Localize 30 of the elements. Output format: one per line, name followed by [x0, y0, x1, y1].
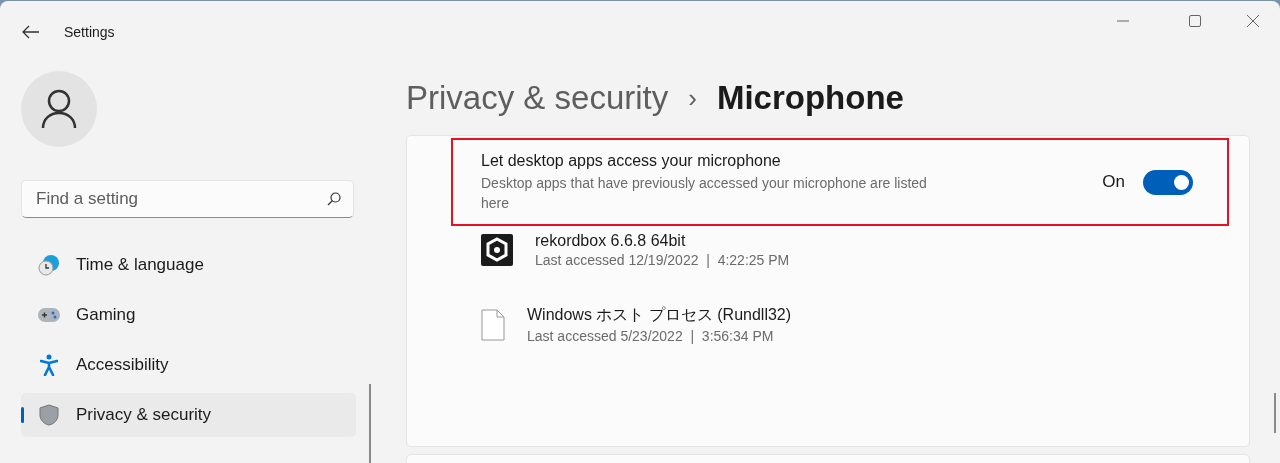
- toggle-state: On: [1102, 172, 1125, 192]
- last-accessed: Last accessed 5/23/2022 | 3:56:34 PM: [527, 328, 775, 344]
- accessibility-icon: [39, 354, 58, 376]
- app-name: rekordbox 6.6.8 64bit: [535, 231, 687, 250]
- setting-title: Let desktop apps access your microphone: [481, 151, 782, 170]
- back-arrow-icon: [22, 25, 40, 39]
- nav-item[interactable]: Time & language: [21, 243, 356, 287]
- last-accessed: Last accessed 12/19/2022 | 4:22:25 PM: [535, 251, 790, 268]
- globe-clock-icon: [37, 254, 60, 276]
- search-input[interactable]: Find a setting: [36, 181, 327, 217]
- search-field[interactable]: Find a setting: [21, 180, 354, 218]
- page-title: Microphone: [716, 79, 904, 117]
- close-icon: [1247, 15, 1259, 27]
- window-title: Settings: [64, 24, 115, 40]
- search-icon: [327, 192, 341, 206]
- minimize-icon: [1117, 20, 1129, 22]
- maximize-icon: [1189, 15, 1201, 27]
- breadcrumb-link[interactable]: Privacy & security: [406, 79, 669, 117]
- breadcrumb-separator: ›: [688, 82, 697, 114]
- app-name: Windows ホスト プロセス (Rundll32): [527, 305, 792, 325]
- setting-description: Desktop apps that have previously accessed your microphone are listed here: [481, 173, 928, 213]
- nav-item[interactable]: Privacy & security: [21, 393, 356, 437]
- toggle-switch[interactable]: [1143, 169, 1193, 195]
- nav-item[interactable]: Gaming: [21, 293, 356, 337]
- shield-icon: [38, 404, 59, 426]
- file-icon: [481, 308, 505, 341]
- nav-item[interactable]: Accessibility: [21, 343, 356, 387]
- app-logo-icon: [481, 233, 513, 266]
- scrollbar[interactable]: [1274, 393, 1276, 433]
- gamepad-icon: [37, 308, 60, 322]
